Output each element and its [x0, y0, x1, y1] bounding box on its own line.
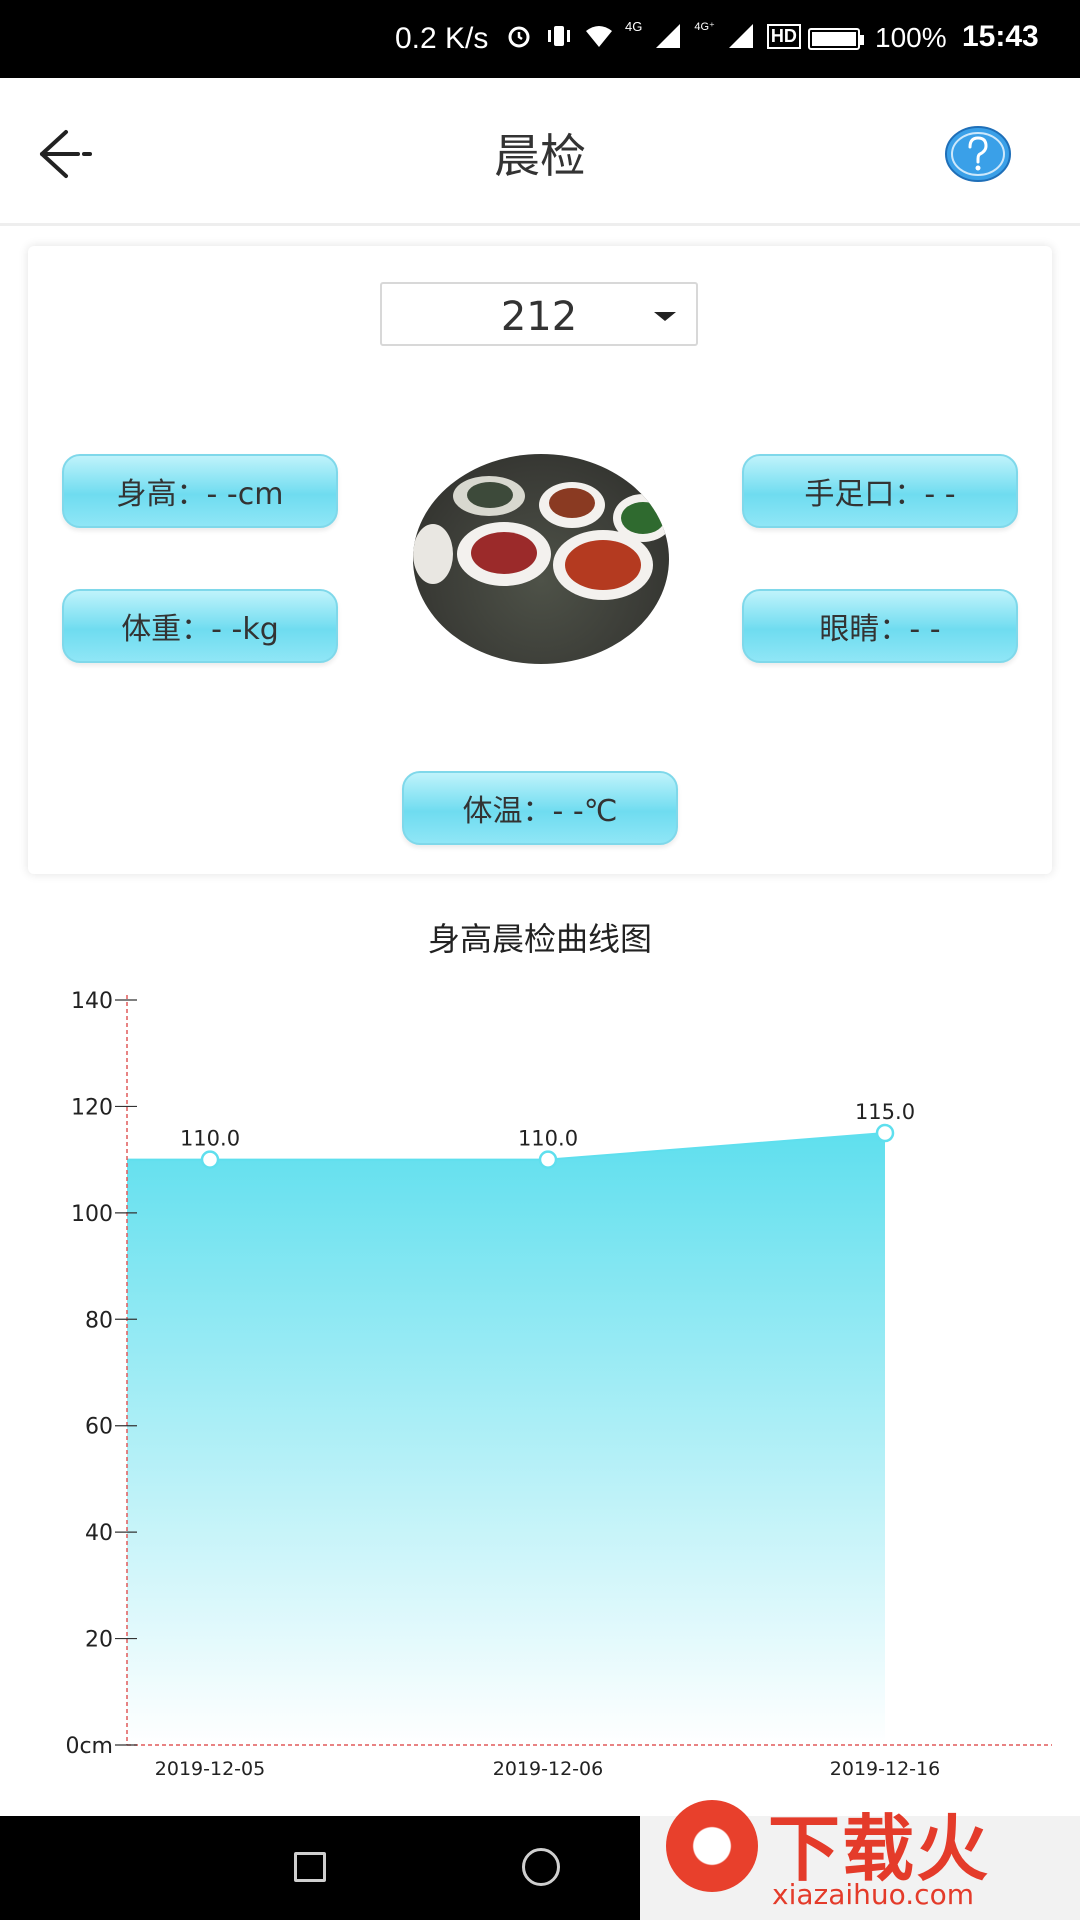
- watermark-logo-icon: [666, 1800, 758, 1892]
- y-tick-label: 140: [71, 989, 113, 1014]
- checkup-card: 212 身高：- -cm 体重：- -kg 手足口：- - 眼睛：- - 体温：…: [28, 246, 1052, 874]
- recent-apps-button[interactable]: [294, 1852, 326, 1882]
- home-button[interactable]: [522, 1848, 560, 1886]
- photo-food: [471, 532, 537, 574]
- chart-data-label: 110.0: [180, 1127, 240, 1151]
- network-4g-plus-label: 4G⁺: [694, 20, 715, 33]
- height-chart: 0cm 20 40 60 80 100 120 140 2019-12-05 2019-12-06…: [65, 989, 1052, 1780]
- weight-metric[interactable]: 体重：- -kg: [62, 589, 338, 663]
- x-tick-label: 2019-12-16: [830, 1758, 940, 1780]
- chart-data-point: [538, 1150, 558, 1169]
- y-tick-label: 80: [85, 1308, 113, 1333]
- chart-data-point: [875, 1123, 895, 1143]
- battery-percent: 100%: [875, 22, 947, 53]
- student-photo[interactable]: [413, 454, 669, 664]
- hd-badge: HD: [766, 23, 801, 49]
- photo-plate: [413, 524, 453, 584]
- watermark-url: xiazaihuo.com: [772, 1878, 974, 1911]
- network-4g-label: 4G: [625, 18, 643, 34]
- status-icons: 4G 4G⁺ HD: [505, 18, 801, 50]
- hand-foot-mouth-metric[interactable]: 手足口：- -: [742, 454, 1018, 528]
- x-tick-label: 2019-12-05: [155, 1758, 265, 1780]
- chart-data-label: 110.0: [518, 1127, 578, 1151]
- class-selector-value: 212: [500, 294, 578, 340]
- y-tick-label: 60: [85, 1415, 113, 1440]
- watermark: 下载火 xiazaihuo.com: [640, 1782, 1080, 1920]
- chart-data-point: [200, 1150, 220, 1169]
- vibrate-icon: [548, 26, 570, 46]
- question-circle-icon[interactable]: [944, 124, 1012, 184]
- app-header: 晨检: [0, 78, 1080, 226]
- alarm-icon: [508, 26, 530, 48]
- signal-icon-2: [728, 24, 753, 48]
- x-tick-label: 2019-12-06: [493, 1758, 603, 1780]
- photo-food: [565, 540, 641, 590]
- photo-food: [549, 488, 595, 518]
- y-tick-label: 120: [71, 1095, 113, 1120]
- clock: 15:43: [962, 20, 1039, 53]
- y-tick-label: 40: [85, 1521, 113, 1546]
- y-tick-label: 20: [85, 1628, 113, 1653]
- temperature-metric[interactable]: 体温：- -℃: [402, 771, 678, 845]
- signal-icon: [656, 24, 681, 48]
- height-metric[interactable]: 身高：- -cm: [62, 454, 338, 528]
- status-bar: 0.2 K/s 4G 4G⁺ HD 100% 15:43: [0, 0, 1080, 78]
- battery-icon: [808, 28, 864, 50]
- y-tick-label: 0cm: [65, 1734, 113, 1759]
- photo-food: [467, 482, 513, 508]
- eyes-metric[interactable]: 眼睛：- -: [742, 589, 1018, 663]
- photo-food: [621, 502, 665, 534]
- chevron-down-icon: [654, 312, 676, 321]
- class-selector[interactable]: 212: [380, 282, 698, 346]
- chart-area-fill: [127, 1133, 885, 1745]
- chart-title: 身高晨检曲线图: [427, 920, 652, 958]
- chart-data-label: 115.0: [855, 1100, 915, 1124]
- wifi-icon: [586, 26, 612, 47]
- network-speed: 0.2 K/s: [395, 22, 489, 55]
- y-tick-label: 100: [71, 1202, 113, 1227]
- page-title: 晨检: [494, 129, 586, 183]
